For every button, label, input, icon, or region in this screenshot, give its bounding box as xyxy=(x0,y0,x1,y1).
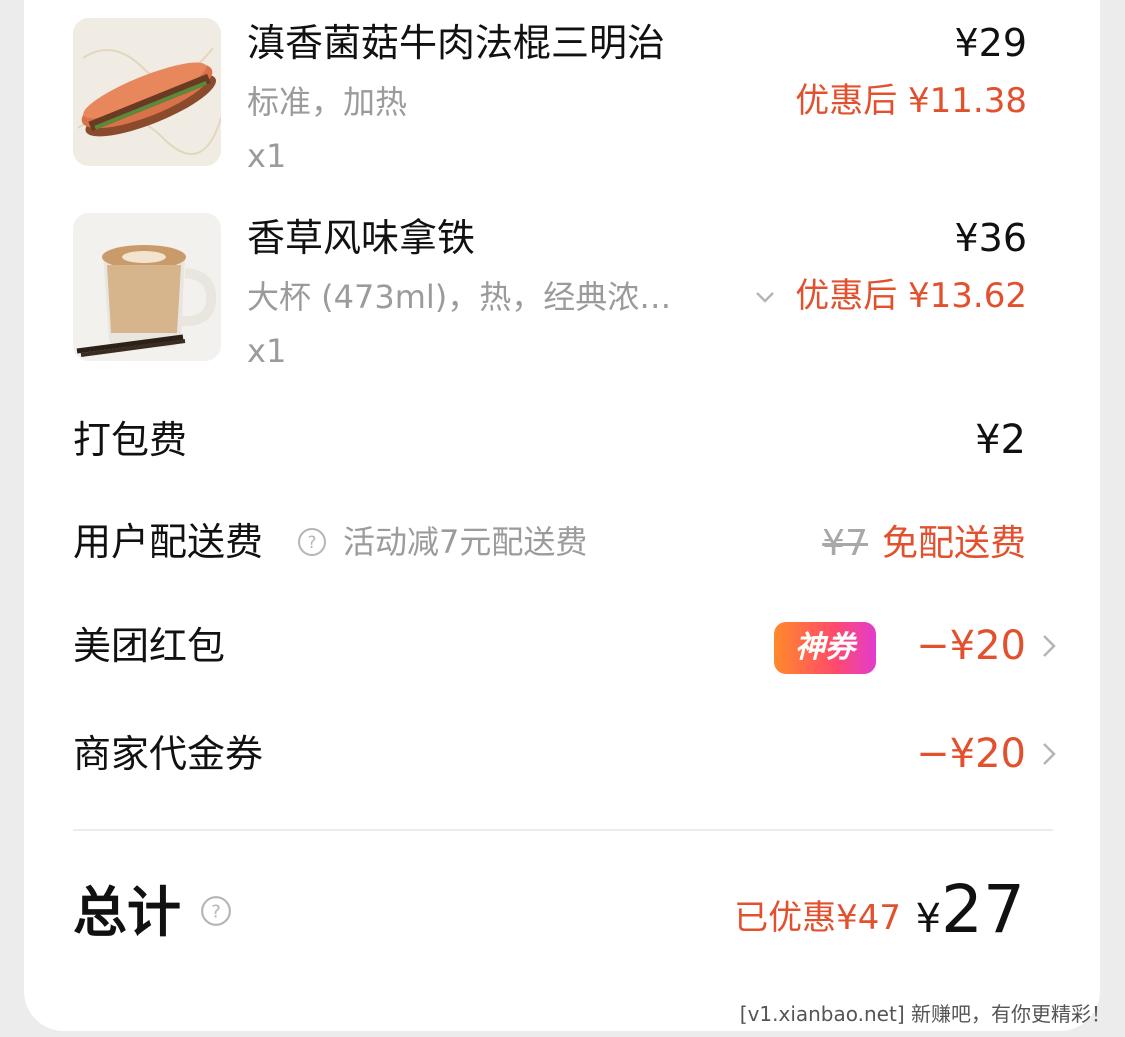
total-label: 总计 xyxy=(73,881,181,944)
watermark: [v1.xianbao.net] 新赚吧，有你更精彩！ xyxy=(739,1002,1111,1026)
item-spec: 标准，加热 xyxy=(247,83,408,121)
item-discounted-price: 优惠后 ¥13.62 xyxy=(795,276,1027,316)
item-name: 香草风味拿铁 xyxy=(247,216,476,260)
svg-text:?: ? xyxy=(307,533,316,553)
latte-image xyxy=(73,213,221,361)
chevron-right-icon[interactable] xyxy=(1040,632,1058,660)
item-spec: 大杯 (473ml)，热，经典浓… xyxy=(247,278,672,316)
delivery-fee-label: 用户配送费 xyxy=(73,520,264,564)
divider xyxy=(73,829,1053,831)
delivery-fee-value: ¥7 免配送费 xyxy=(822,512,1026,574)
packing-fee-label: 打包费 xyxy=(73,418,188,462)
item-quantity: x1 xyxy=(247,137,287,175)
item-price: ¥36 xyxy=(954,216,1027,260)
item-discounted-price: 优惠后 ¥11.38 xyxy=(795,81,1027,121)
meituan-coupon-label: 美团红包 xyxy=(73,624,226,668)
item-price: ¥29 xyxy=(954,21,1027,65)
merchant-voucher-value: −¥20 xyxy=(916,731,1026,777)
total-number: 27 xyxy=(941,871,1025,948)
merchant-voucher-label: 商家代金券 xyxy=(73,732,264,776)
free-delivery-label: 免配送费 xyxy=(881,523,1026,564)
help-icon[interactable]: ? xyxy=(297,527,327,557)
packing-fee-row: 打包费 ¥2 xyxy=(73,410,1058,470)
total-amount: ¥27 xyxy=(916,870,1025,950)
chevron-down-icon[interactable] xyxy=(753,285,777,309)
svg-text:?: ? xyxy=(211,901,221,922)
delivery-promo-note: 活动减7元配送费 xyxy=(343,523,588,561)
currency-symbol: ¥ xyxy=(915,896,942,942)
merchant-voucher-row[interactable]: 商家代金券 −¥20 xyxy=(73,724,1058,784)
meituan-coupon-row[interactable]: 美团红包 神券 −¥20 xyxy=(73,616,1058,676)
total-saved: 已优惠¥47 xyxy=(734,898,901,938)
delivery-original-price: ¥7 xyxy=(822,523,868,564)
delivery-fee-row: 用户配送费 ? 活动减7元配送费 ¥7 免配送费 xyxy=(73,512,1058,572)
item-quantity: x1 xyxy=(247,332,287,370)
chevron-right-icon[interactable] xyxy=(1040,740,1058,768)
help-icon[interactable]: ? xyxy=(200,895,232,927)
item-name: 滇香菌菇牛肉法棍三明治 xyxy=(247,21,666,65)
super-coupon-badge: 神券 xyxy=(774,622,876,674)
order-item-latte[interactable]: 香草风味拿铁 大杯 (473ml)，热，经典浓… x1 ¥36 优惠后 ¥13.… xyxy=(73,213,1033,370)
order-item-sandwich[interactable]: 滇香菌菇牛肉法棍三明治 标准，加热 x1 ¥29 优惠后 ¥11.38 xyxy=(73,18,1033,175)
sandwich-image xyxy=(73,18,221,166)
packing-fee-value: ¥2 xyxy=(975,417,1026,463)
meituan-coupon-value: −¥20 xyxy=(916,623,1026,669)
